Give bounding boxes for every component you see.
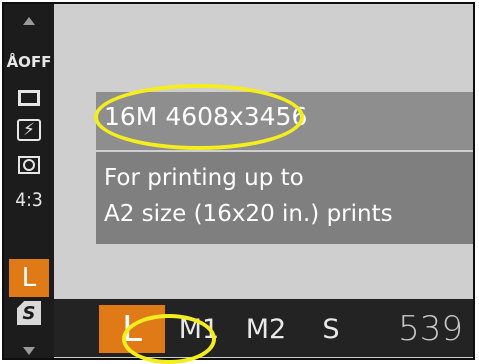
info-panel: 16M 4608x3456 For printing up to A2 size… (96, 92, 473, 244)
flash-off-icon[interactable]: ⚡ (9, 114, 49, 146)
image-size-item[interactable]: L (9, 259, 49, 297)
metering-icon[interactable] (9, 149, 49, 181)
size-options-bar: L M1 M2 S 539 (54, 299, 473, 357)
resolution-label: 16M 4608x3456 (96, 92, 473, 150)
description-line-2: A2 size (16x20 in.) prints (104, 201, 393, 227)
description-text: For printing up to A2 size (16x20 in.) p… (96, 152, 473, 244)
size-option-m1[interactable]: M1 (174, 305, 224, 353)
description-line-1: For printing up to (104, 165, 304, 191)
auto-off-icon[interactable]: ÅOFF (7, 46, 52, 78)
quality-icon[interactable]: S (9, 297, 49, 329)
rectangle-icon[interactable] (9, 82, 49, 114)
shots-remaining: 539 (398, 309, 463, 349)
side-menu: ÅOFF ⚡ 4:3 L S (4, 4, 54, 358)
size-option-l[interactable]: L (99, 305, 165, 353)
scroll-up-arrow-icon[interactable] (23, 17, 35, 25)
scroll-down-arrow-icon[interactable] (23, 347, 35, 355)
camera-screen: ÅOFF ⚡ 4:3 L S 16M 4608x3456 For printin… (2, 2, 475, 360)
size-option-m2[interactable]: M2 (239, 305, 293, 353)
size-option-s[interactable]: S (314, 305, 348, 353)
aspect-ratio-item[interactable]: 4:3 (9, 184, 49, 216)
